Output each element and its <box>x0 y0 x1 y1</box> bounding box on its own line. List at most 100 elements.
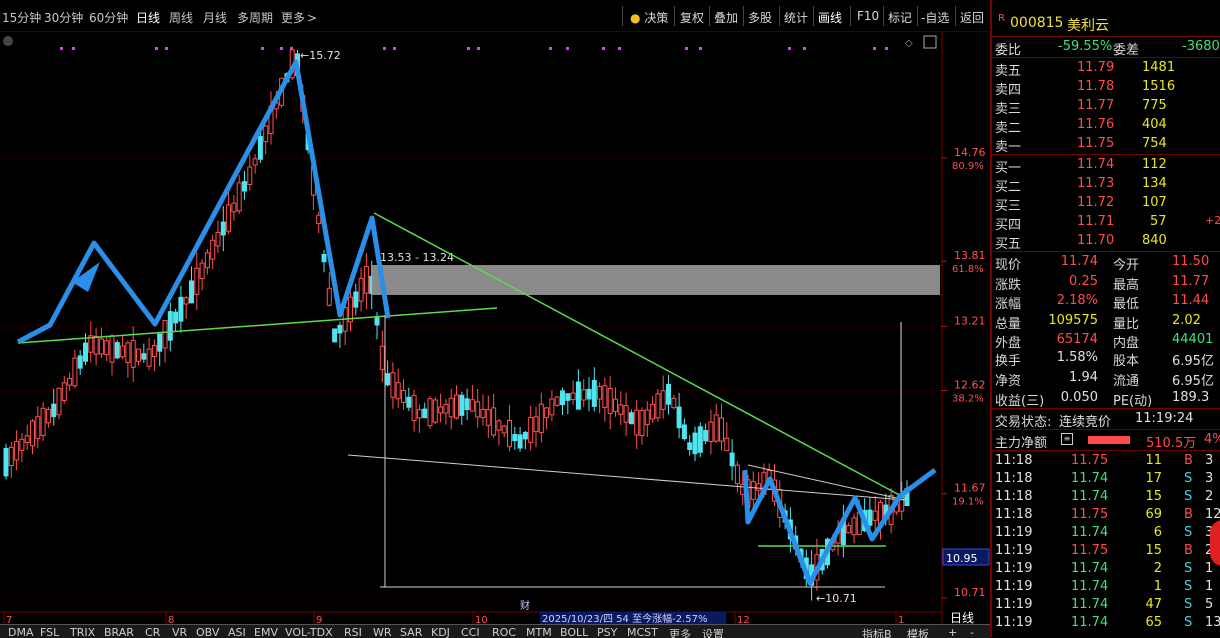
tick-time: 11:19 <box>995 543 1033 558</box>
tick-row: 11:19 11.74 2 S 1 <box>992 560 1220 579</box>
indicator-tab[interactable]: CR <box>145 626 160 638</box>
tick-volume: 11 <box>1145 453 1162 468</box>
candle-body <box>867 509 873 526</box>
candle-body <box>141 353 147 360</box>
bid-row[interactable]: 买五 11.70 840 <box>992 232 1220 252</box>
ask-label: 卖四 <box>995 83 1022 98</box>
tick-volume: 15 <box>1145 489 1162 504</box>
decision-button[interactable]: ● 决策 <box>630 9 668 26</box>
tick-time: 11:18 <box>995 453 1033 468</box>
tick-price: 11.74 <box>1071 471 1109 486</box>
bid-row[interactable]: 买二 11.73 134 <box>992 175 1220 195</box>
ask-row[interactable]: 卖三 11.77 775 <box>992 97 1220 117</box>
candle-body <box>72 357 78 387</box>
period-monthly[interactable]: 月线 <box>203 9 227 26</box>
tick-time: 11:18 <box>995 471 1033 486</box>
period-30min[interactable]: 30分钟 <box>44 9 83 26</box>
period-multi[interactable]: 多周期 <box>237 9 273 26</box>
indicator-tab[interactable]: RSI <box>344 626 362 638</box>
indicator-tab[interactable]: OBV <box>196 626 219 638</box>
candle-body <box>136 348 141 362</box>
event-marker <box>788 47 791 50</box>
list-icon[interactable]: ≡ <box>1061 433 1073 445</box>
indicator-tab[interactable]: PSY <box>597 626 617 638</box>
candle-body <box>703 430 709 442</box>
period-weekly[interactable]: 周线 <box>169 9 193 26</box>
stat-value: 11.44 <box>1172 293 1210 308</box>
diamond-icon: ◇ <box>905 38 913 49</box>
bid-row[interactable]: 买三 11.72 107 <box>992 194 1220 214</box>
add-watchlist-button[interactable]: -自选 <box>921 9 949 26</box>
pct-tick-label: 80.9% <box>952 161 984 172</box>
indicator-tab[interactable]: TRIX <box>70 626 95 638</box>
support-trendline <box>17 307 498 344</box>
stat-label: 最低 <box>1113 297 1140 312</box>
event-marker <box>885 47 888 50</box>
indicator-tab[interactable]: EMV <box>254 626 278 638</box>
indicator-tab[interactable]: VOL-TDX <box>285 626 333 638</box>
period-60min[interactable]: 60分钟 <box>89 9 128 26</box>
multi-stock-button[interactable]: 多股 <box>748 9 772 26</box>
stock-code: 000815 <box>1010 15 1064 31</box>
ask-row[interactable]: 卖一 11.75 754 <box>992 135 1220 155</box>
period-more[interactable]: 更多 > <box>281 9 317 26</box>
indicator-tab[interactable]: BRAR <box>104 626 134 638</box>
indicator-tab[interactable]: WR <box>373 626 392 638</box>
bid-row[interactable]: 买一 11.74 112 <box>992 156 1220 176</box>
stat-label: 总量 <box>995 316 1022 332</box>
indicator-tab[interactable]: FSL <box>40 626 59 638</box>
r-badge: R <box>998 13 1005 24</box>
back-button[interactable]: 返回 <box>960 9 984 26</box>
candle-body <box>655 393 661 419</box>
indicator-tab[interactable]: BOLL <box>560 626 588 638</box>
candle-body <box>671 397 677 409</box>
event-marker <box>72 47 75 50</box>
indicator-tab[interactable]: VR <box>172 626 187 638</box>
ask-row[interactable]: 卖四 11.78 1516 <box>992 78 1220 98</box>
zoom-in-button[interactable]: + <box>948 626 957 638</box>
draw-line-button[interactable]: 画线 <box>818 9 842 26</box>
candle-body <box>427 398 433 427</box>
candle-body <box>660 390 666 410</box>
indicator-tab[interactable]: 设置 <box>702 626 724 638</box>
period-15min[interactable]: 15分钟 <box>2 9 41 26</box>
candle-body <box>628 412 634 425</box>
mark-button[interactable]: 标记 <box>888 9 912 26</box>
template-button[interactable]: 模板 <box>907 626 929 638</box>
trade-state-row: 交易状态: 连续竞价 11:19:24 <box>995 411 1194 430</box>
period-daily[interactable]: 日线 <box>136 9 160 26</box>
month-label: 10 <box>475 615 488 624</box>
ask-row[interactable]: 卖五 11.79 1481 <box>992 59 1220 79</box>
candle-body <box>501 425 507 434</box>
bid-row[interactable]: 买四 11.71 57 +20 <box>992 213 1220 233</box>
quote-panel: R 000815 美利云 委比 -59.55% 委差 -3680 卖五 11.79… <box>990 0 1220 637</box>
candle-body <box>491 407 497 436</box>
indicator-tab[interactable]: 更多 <box>669 626 691 638</box>
indicator-tab[interactable]: MTM <box>526 626 552 638</box>
indicator-tab[interactable]: ASI <box>228 626 246 638</box>
indicator-tab[interactable]: CCI <box>461 626 480 638</box>
statistics-button[interactable]: 统计 <box>784 9 808 26</box>
candle-body <box>263 125 269 143</box>
zoom-out-button[interactable]: - <box>970 626 974 638</box>
candlestick-chart[interactable]: ◇ 13.53 - 13.24←15.72←10.71 14.7680.9%13… <box>0 32 990 624</box>
indicator-tab[interactable]: SAR <box>400 626 422 638</box>
indicator-tab[interactable]: DMA <box>8 626 34 638</box>
indicator-b-button[interactable]: 指标B <box>862 626 892 638</box>
overlay-button[interactable]: 叠加 <box>714 9 738 26</box>
adjust-button[interactable]: 复权 <box>680 9 704 26</box>
candle-body <box>130 340 136 368</box>
candle-body <box>109 335 115 363</box>
indicator-tab[interactable]: MCST <box>627 626 658 638</box>
ask-row[interactable]: 卖二 11.76 404 <box>992 116 1220 136</box>
stat-value: 6.95亿 <box>1172 354 1214 369</box>
stat-label: 现价 <box>995 258 1022 273</box>
event-marker <box>280 47 283 50</box>
stat-value: 2.02 <box>1172 312 1201 328</box>
indicator-tab[interactable]: ROC <box>492 626 516 638</box>
indicator-tab[interactable]: KDJ <box>431 626 450 638</box>
f10-button[interactable]: F10 <box>857 9 879 23</box>
float-button[interactable] <box>1210 520 1220 566</box>
candle-body <box>40 407 46 436</box>
candle-body <box>157 333 163 352</box>
